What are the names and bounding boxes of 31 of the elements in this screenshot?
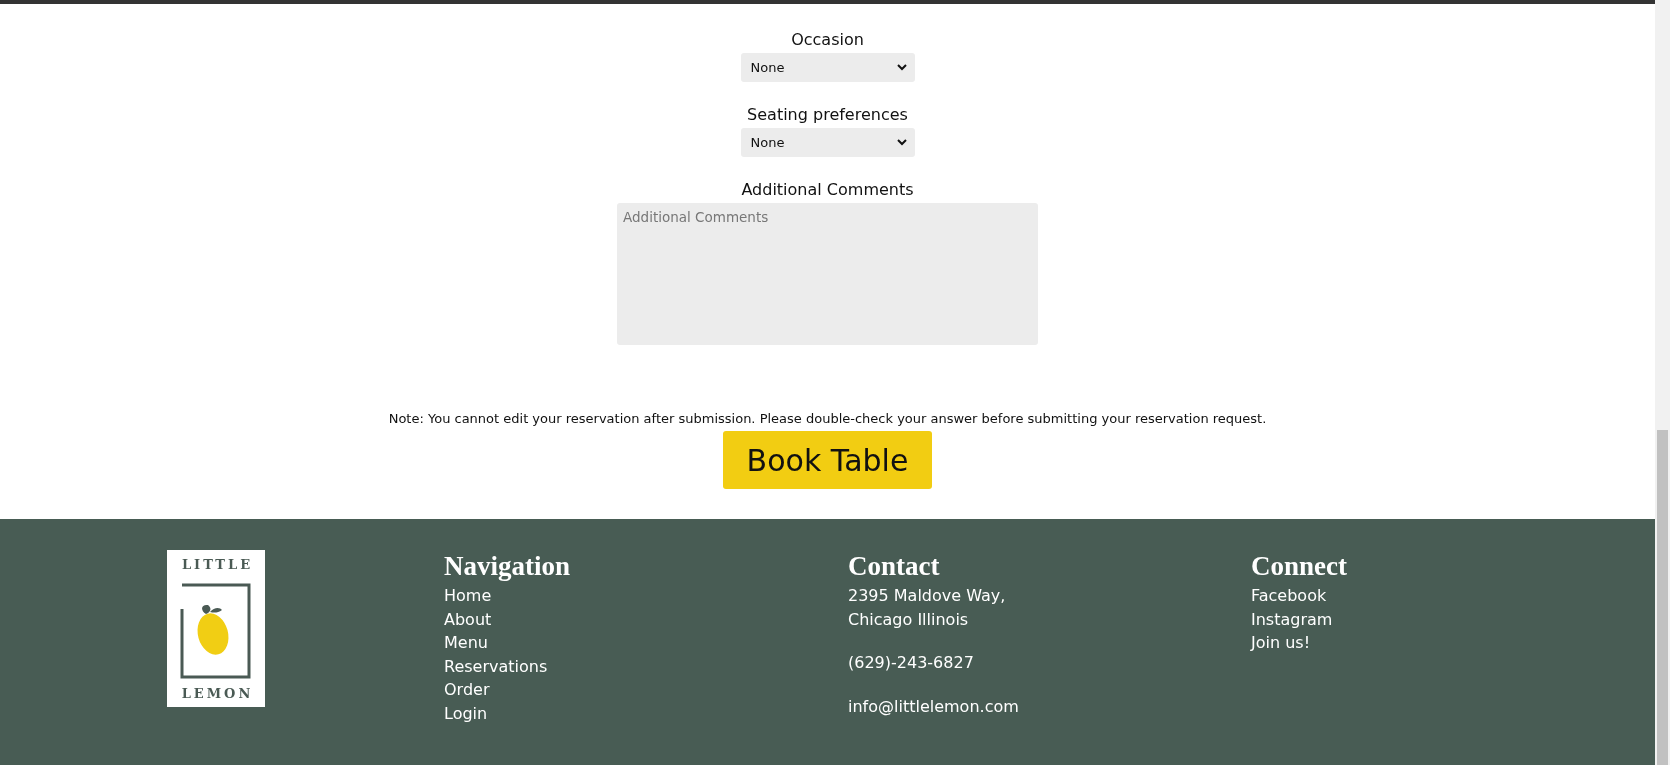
book-table-button[interactable]: Book Table — [723, 431, 932, 489]
chevron-down-icon — [896, 64, 907, 71]
footer-link[interactable]: Login — [444, 701, 488, 725]
scrollbar[interactable] — [1655, 0, 1670, 765]
note-text: Note: You cannot edit your reservation after submission. Please double-check your answer before submitting your reservation request. — [388, 411, 1267, 426]
dropdown[interactable]: None — [740, 128, 915, 157]
comments-field[interactable]: Additional Comments — [617, 203, 1038, 345]
footer-link[interactable]: Order — [444, 678, 490, 702]
column-heading: Contact — [848, 550, 940, 582]
field-label: Occasion — [791, 30, 864, 50]
footer-link[interactable]: Instagram — [1251, 607, 1333, 631]
column-heading: Connect — [1251, 550, 1347, 582]
contact-text: Chicago Illinois — [848, 608, 969, 631]
logo-text: LEMON — [180, 687, 254, 701]
logo[interactable]: LITTLE LEMON — [167, 550, 265, 707]
footer-link[interactable]: About — [444, 607, 492, 631]
contact-text: (629)-243-6827 — [848, 652, 974, 674]
field-label: Seating preferences — [747, 105, 908, 125]
contact-text: info@littlelemon.com — [848, 695, 1019, 718]
field-label: Additional Comments — [741, 180, 914, 200]
footer-link[interactable]: Home — [444, 584, 492, 608]
contact-text: 2395 Maldove Way, — [848, 585, 1006, 607]
footer-link[interactable]: Menu — [444, 631, 488, 655]
column-heading: Navigation — [444, 550, 570, 582]
chevron-down-icon — [896, 139, 907, 146]
scrollbar-thumb[interactable] — [1657, 430, 1668, 765]
footer-link[interactable]: Facebook — [1251, 584, 1327, 608]
footer-link[interactable]: Join us! — [1251, 631, 1311, 655]
footer-link[interactable]: Reservations — [444, 654, 548, 678]
logo-text: LITTLE — [180, 558, 254, 572]
dropdown[interactable]: None — [740, 53, 915, 82]
